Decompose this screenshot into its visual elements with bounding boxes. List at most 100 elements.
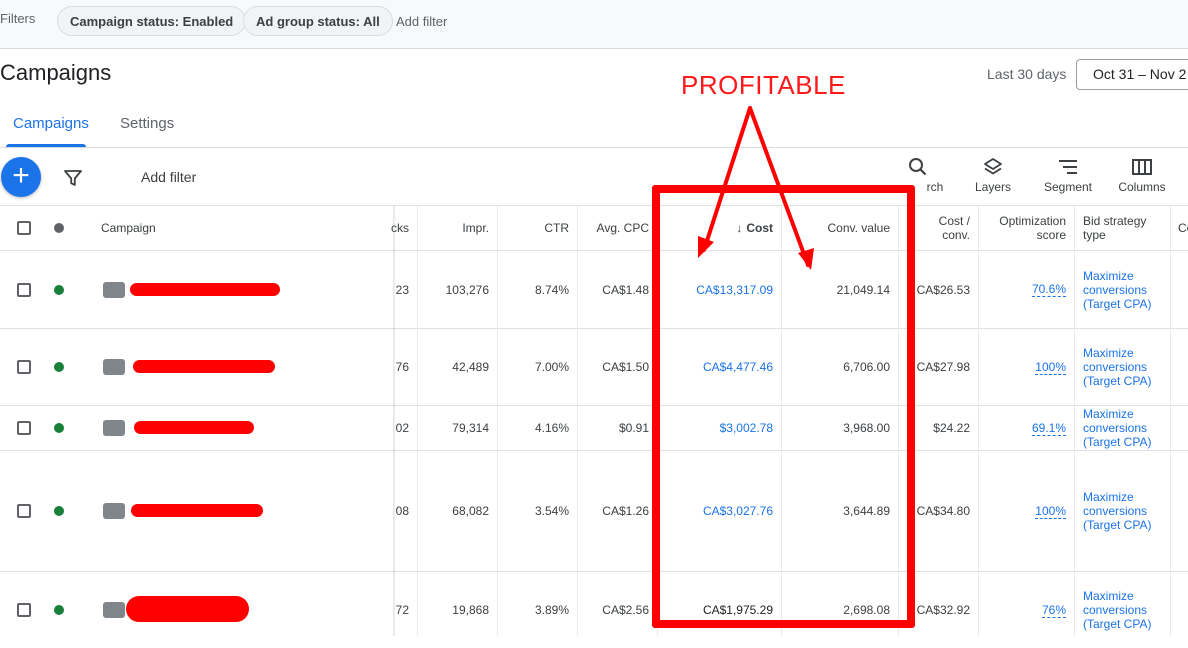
header-cost-per-conv-line1: Cost / bbox=[938, 214, 970, 228]
header-campaign[interactable]: Campaign bbox=[101, 206, 301, 250]
tab-divider bbox=[0, 147, 1188, 148]
filter-icon[interactable] bbox=[63, 168, 83, 193]
bid-line: Maximize bbox=[1083, 269, 1134, 283]
optimization-score-cell[interactable]: 100% bbox=[979, 451, 1074, 571]
row-checkbox[interactable] bbox=[17, 421, 31, 435]
enabled-status-icon bbox=[54, 506, 64, 516]
clicks-cell: 23 bbox=[395, 282, 409, 297]
bid-line: Maximize bbox=[1083, 407, 1134, 421]
columns-tool-label: Columns bbox=[1118, 180, 1166, 194]
optimization-score-value[interactable]: 76% bbox=[1041, 603, 1066, 618]
page-title: Campaigns bbox=[0, 60, 112, 85]
bid-line: (Target CPA) bbox=[1083, 435, 1152, 449]
tab-settings[interactable]: Settings bbox=[120, 115, 174, 132]
ctr-cell: 7.00% bbox=[534, 360, 569, 374]
bid-line: Maximize bbox=[1083, 346, 1134, 360]
status-column-icon bbox=[54, 223, 64, 233]
bid-strategy-cell[interactable]: Maximize conversions (Target CPA) bbox=[1083, 269, 1151, 311]
bid-strategy-cell[interactable]: Maximize conversions (Target CPA) bbox=[1083, 589, 1151, 631]
optimization-score-cell[interactable]: 69.1% bbox=[979, 406, 1074, 450]
select-all-checkbox[interactable] bbox=[17, 221, 31, 235]
search-campaign-icon bbox=[103, 282, 125, 298]
ctr-cell: 3.54% bbox=[534, 504, 569, 518]
bid-line: Maximize bbox=[1083, 490, 1134, 504]
clicks-cell: 02 bbox=[395, 421, 409, 435]
tab-campaigns[interactable]: Campaigns bbox=[13, 115, 89, 132]
optimization-score-value[interactable]: 70.6% bbox=[1031, 282, 1066, 297]
redacted-campaign-name[interactable] bbox=[133, 360, 275, 373]
optimization-score-value[interactable]: 100% bbox=[1035, 504, 1066, 519]
redacted-campaign-name[interactable] bbox=[134, 421, 254, 434]
table-row[interactable]: 72 19,868 3.89% CA$2.56 CA$1,975.29 2,69… bbox=[0, 572, 1188, 636]
row-checkbox[interactable] bbox=[17, 283, 31, 297]
search-campaign-icon bbox=[103, 420, 125, 436]
optimization-score-cell[interactable]: 76% bbox=[979, 572, 1074, 648]
filter-chip-campaign-status[interactable]: Campaign status: Enabled bbox=[57, 6, 247, 36]
header-optimization-score[interactable]: Optimization score bbox=[979, 206, 1074, 250]
date-range-picker[interactable]: Oct 31 – Nov 2 bbox=[1076, 59, 1188, 90]
filters-label: Filters bbox=[0, 11, 36, 26]
add-campaign-button[interactable]: + bbox=[1, 157, 41, 197]
table-row[interactable]: 02 79,314 4.16% $0.91 $3,002.78 3,968.00… bbox=[0, 406, 1188, 450]
ctr-cell: 8.74% bbox=[534, 282, 569, 297]
enabled-status-icon bbox=[54, 605, 64, 615]
header-avg-cpc[interactable]: Avg. CPC bbox=[578, 206, 657, 250]
bid-line: (Target CPA) bbox=[1083, 518, 1152, 532]
search-campaign-icon bbox=[103, 602, 125, 618]
layers-tool-label: Layers bbox=[974, 180, 1012, 194]
optimization-score-value[interactable]: 69.1% bbox=[1031, 421, 1066, 436]
header-impressions[interactable]: Impr. bbox=[418, 206, 497, 250]
bid-strategy-cell[interactable]: Maximize conversions (Target CPA) bbox=[1083, 346, 1151, 388]
bid-line: conversions bbox=[1083, 603, 1148, 617]
segment-tool[interactable]: Segment bbox=[1028, 156, 1108, 194]
bid-line: (Target CPA) bbox=[1083, 297, 1152, 311]
optimization-score-cell[interactable]: 100% bbox=[979, 329, 1074, 405]
header-bid-line2: type bbox=[1083, 228, 1106, 242]
redacted-campaign-name[interactable] bbox=[126, 596, 249, 622]
bid-line: conversions bbox=[1083, 360, 1148, 374]
avg-cpc-cell: CA$1.48 bbox=[602, 282, 649, 297]
bid-line: conversions bbox=[1083, 421, 1148, 435]
clicks-cell: 08 bbox=[395, 504, 409, 518]
toolbar-add-filter[interactable]: Add filter bbox=[141, 169, 196, 185]
search-campaign-icon bbox=[103, 503, 125, 519]
layers-icon bbox=[984, 158, 1002, 175]
layers-tool[interactable]: Layers bbox=[953, 156, 1033, 194]
clicks-cell: 72 bbox=[395, 603, 409, 617]
ctr-cell: 4.16% bbox=[534, 421, 569, 435]
row-checkbox[interactable] bbox=[17, 504, 31, 518]
search-icon bbox=[909, 158, 927, 176]
redacted-campaign-name[interactable] bbox=[130, 283, 280, 296]
add-filter-link[interactable]: Add filter bbox=[396, 14, 447, 29]
redacted-campaign-name[interactable] bbox=[131, 504, 263, 517]
table-row[interactable]: 23 103,276 8.74% CA$1.48 CA$13,317.09 21… bbox=[0, 251, 1188, 328]
segment-icon bbox=[1059, 160, 1077, 174]
avg-cpc-cell: CA$1.50 bbox=[602, 360, 649, 374]
columns-tool[interactable]: Columns bbox=[1102, 156, 1182, 194]
avg-cpc-cell: CA$2.56 bbox=[602, 603, 649, 617]
clicks-cell: 76 bbox=[395, 360, 409, 374]
header-ctr[interactable]: CTR bbox=[498, 206, 577, 250]
filter-bar: Filters Campaign status: Enabled Ad grou… bbox=[0, 0, 1188, 49]
header-next-column[interactable]: Co bbox=[1178, 206, 1188, 250]
filter-chip-ad-group-status[interactable]: Ad group status: All bbox=[243, 6, 393, 36]
segment-tool-label: Segment bbox=[1043, 180, 1093, 194]
row-checkbox[interactable] bbox=[17, 603, 31, 617]
row-checkbox[interactable] bbox=[17, 360, 31, 374]
impressions-cell: 68,082 bbox=[452, 504, 489, 518]
optimization-score-value[interactable]: 100% bbox=[1035, 360, 1066, 375]
table-row[interactable]: 76 42,489 7.00% CA$1.50 CA$4,477.46 6,70… bbox=[0, 329, 1188, 405]
impressions-cell: 42,489 bbox=[452, 360, 489, 374]
optimization-score-cell[interactable]: 70.6% bbox=[979, 251, 1074, 328]
header-bid-strategy-type[interactable]: Bid strategy type bbox=[1083, 206, 1170, 250]
bid-strategy-cell[interactable]: Maximize conversions (Target CPA) bbox=[1083, 407, 1151, 449]
search-campaign-icon bbox=[103, 359, 125, 375]
columns-icon bbox=[1132, 159, 1152, 175]
impressions-cell: 19,868 bbox=[452, 603, 489, 617]
table-row[interactable]: 08 68,082 3.54% CA$1.26 CA$3,027.76 3,64… bbox=[0, 451, 1188, 571]
header-opt-line2: score bbox=[1036, 228, 1066, 242]
header-clicks[interactable]: cks bbox=[391, 206, 417, 250]
avg-cpc-cell: CA$1.26 bbox=[602, 504, 649, 518]
tab-active-indicator bbox=[6, 144, 86, 147]
bid-strategy-cell[interactable]: Maximize conversions (Target CPA) bbox=[1083, 490, 1151, 532]
